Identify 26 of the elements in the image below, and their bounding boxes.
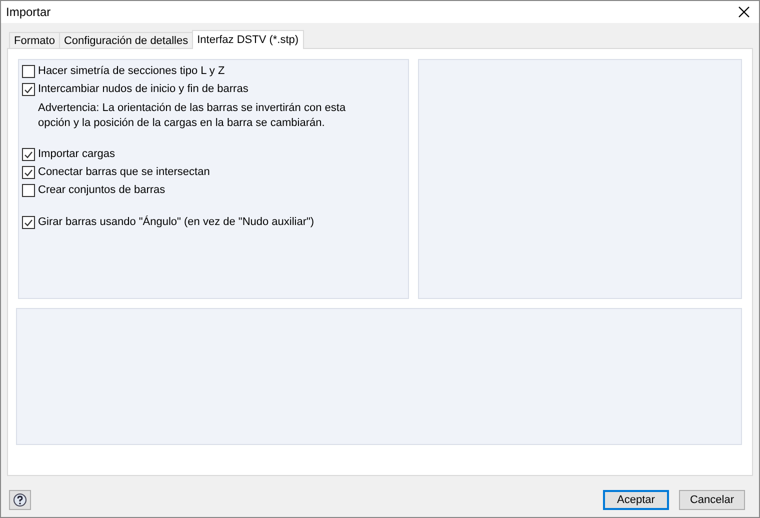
- tab[interactable]: Interfaz DSTV (*.stp): [192, 30, 304, 49]
- dialog-button[interactable]: Aceptar: [603, 490, 669, 510]
- checkbox-label: Importar cargas: [38, 147, 116, 162]
- checkmark-icon: [24, 168, 33, 176]
- checkbox-label: Girar barras usando "Ángulo" (en vez de "Nudo auxiliar"): [38, 214, 314, 230]
- checkbox[interactable]: [22, 148, 35, 161]
- help-icon: [13, 493, 27, 507]
- tab[interactable]: Configuración de detalles: [58, 32, 192, 48]
- checkbox-label: Crear conjuntos de barras: [38, 183, 166, 198]
- checkbox-label: Intercambiar nudos de inicio y fin de barras: [38, 82, 248, 98]
- checkmark-icon: [24, 86, 33, 94]
- window-title: Importar: [6, 4, 51, 21]
- checkbox[interactable]: [22, 83, 35, 96]
- checkbox-label: Hacer simetría de secciones tipo L y Z: [38, 64, 225, 80]
- help-button[interactable]: [9, 490, 31, 510]
- checkbox[interactable]: [22, 184, 35, 197]
- tab[interactable]: Formato: [9, 32, 59, 48]
- checkbox[interactable]: [22, 166, 35, 179]
- close-icon[interactable]: [738, 6, 750, 18]
- checkbox[interactable]: [22, 216, 35, 229]
- checkbox-label: Conectar barras que se intersectan: [38, 165, 210, 180]
- checkmark-icon: [24, 218, 33, 226]
- dialog-button[interactable]: Cancelar: [679, 490, 745, 510]
- checkmark-icon: [24, 150, 33, 158]
- warning-text: Advertencia: La orientación de las barras se invertirán con esta opción y la posición de la cargas en la barra se cambiarán.: [38, 101, 347, 131]
- checkbox[interactable]: [22, 65, 35, 78]
